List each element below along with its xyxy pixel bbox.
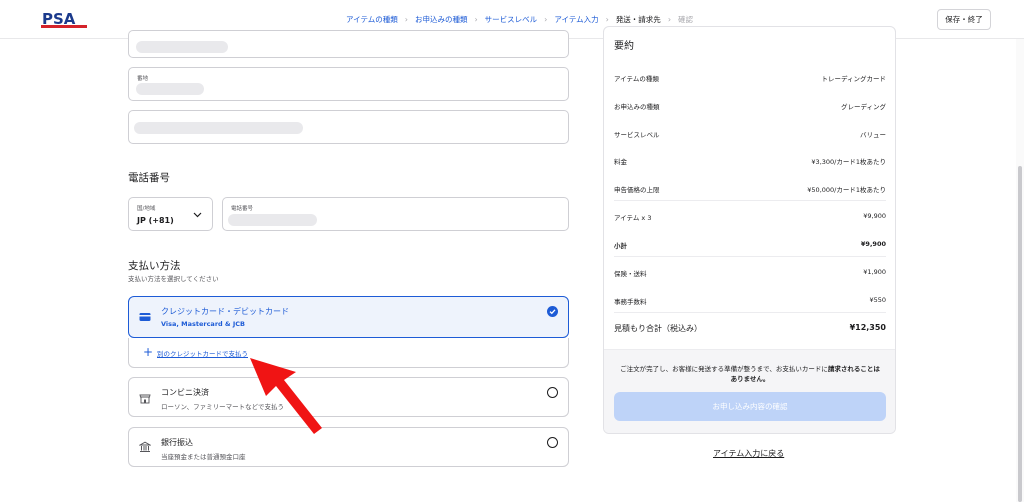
summary-row-total: 見積もり合計（税込み） ¥12,350 bbox=[614, 323, 886, 334]
summary-footer: ご注文が完了し、お客様に発送する準備が整うまで、お支払いカードに請求されることは… bbox=[604, 349, 895, 433]
phone-number-label: 電話番号 bbox=[231, 206, 254, 212]
address-field-top[interactable] bbox=[128, 30, 569, 58]
country-select-label: 国/地域 bbox=[137, 206, 156, 212]
field-value-placeholder bbox=[228, 214, 317, 226]
summary-row: 申告価格の上限 ¥50,000/カード1枚あたり bbox=[614, 184, 886, 194]
chevron-right-icon: › bbox=[667, 15, 672, 24]
summary-row-label: 保険・送料 bbox=[614, 270, 647, 278]
order-summary-panel: 要約 アイテムの種類 トレーディングカード お申込みの種類 グレーディング サー… bbox=[603, 26, 896, 434]
chevron-right-icon: › bbox=[544, 15, 548, 24]
radio-button[interactable] bbox=[547, 387, 558, 398]
back-to-item-input-link[interactable]: アイテム入力に戻る bbox=[713, 448, 784, 459]
save-exit-button[interactable]: 保存・終了 bbox=[937, 9, 991, 30]
logo-text: PSA bbox=[42, 10, 76, 28]
breadcrumb-item-type[interactable]: アイテムの種類 bbox=[346, 14, 398, 25]
summary-row-value: ¥550 bbox=[869, 296, 886, 304]
chevron-down-icon bbox=[193, 212, 202, 218]
field-value-placeholder bbox=[136, 83, 204, 95]
credit-card-icon bbox=[139, 313, 151, 321]
payment-option-bank-transfer[interactable]: 銀行振込 当座預金または普通預金口座 bbox=[128, 427, 569, 467]
summary-title: 要約 bbox=[614, 41, 634, 52]
summary-row-value: トレーディングカード bbox=[821, 75, 886, 83]
summary-row-value: ¥50,000/カード1枚あたり bbox=[807, 186, 886, 194]
summary-row: アイテム x 3 ¥9,900 bbox=[614, 212, 886, 222]
country-select[interactable]: 国/地域 JP (+81) bbox=[128, 197, 213, 231]
summary-row: サービスレベル バリュー bbox=[614, 129, 886, 139]
summary-row: アイテムの種類 トレーディングカード bbox=[614, 73, 886, 83]
breadcrumb-item-shipping-billing: 発送・請求先 bbox=[615, 15, 661, 24]
summary-row: お申込みの種類 グレーディング bbox=[614, 101, 886, 111]
breadcrumb-item-item-input[interactable]: アイテム入力 bbox=[554, 14, 598, 25]
annotation-arrow-icon bbox=[250, 358, 322, 434]
breadcrumb-item-application[interactable]: お申込みの種類 bbox=[415, 14, 468, 25]
summary-row-value: ¥9,900 bbox=[860, 240, 886, 248]
summary-row-label: サービスレベル bbox=[614, 131, 660, 139]
field-value-placeholder bbox=[136, 41, 228, 53]
street-field[interactable]: 番地 bbox=[128, 67, 569, 101]
summary-row-value: ¥1,900 bbox=[863, 268, 886, 276]
chevron-right-icon: › bbox=[474, 15, 478, 24]
store-icon bbox=[139, 394, 151, 404]
summary-row: 料金 ¥3,300/カード1枚あたり bbox=[614, 156, 886, 166]
bank-icon bbox=[139, 441, 151, 452]
summary-row-value: グレーディング bbox=[840, 103, 886, 111]
add-another-card-link[interactable]: 別のクレジットカードで支払う bbox=[157, 348, 248, 358]
scrollbar-thumb[interactable] bbox=[1018, 166, 1022, 502]
payment-option-credit-card[interactable]: クレジットカード・デビットカード Visa, Mastercard & JCB bbox=[128, 296, 569, 338]
check-circle-icon bbox=[547, 306, 558, 317]
payment-option-title: コンビニ決済 bbox=[161, 388, 209, 397]
payment-option-convenience-store[interactable]: コンビニ決済 ローソン、ファミリーマートなどで支払う bbox=[128, 377, 569, 417]
divider bbox=[614, 312, 886, 313]
summary-row-label: アイテム x 3 bbox=[614, 214, 652, 222]
payment-option-title: 銀行振込 bbox=[161, 438, 193, 447]
summary-row-value: ¥3,300/カード1枚あたり bbox=[811, 158, 886, 166]
country-select-value: JP (+81) bbox=[137, 216, 174, 225]
address-line-field[interactable] bbox=[128, 110, 569, 144]
billing-note: ご注文が完了し、お客様に発送する準備が整うまで、お支払いカードに請求されることは… bbox=[618, 364, 882, 384]
payment-option-subtitle: Visa, Mastercard & JCB bbox=[161, 320, 246, 328]
divider bbox=[614, 200, 886, 201]
breadcrumb-item-confirm: 確認 bbox=[678, 15, 694, 24]
phone-number-input[interactable]: 電話番号 bbox=[222, 197, 569, 231]
summary-row-label: 小計 bbox=[614, 242, 627, 250]
payment-option-subtitle: 当座預金または普通預金口座 bbox=[161, 453, 246, 461]
summary-row: 保険・送料 ¥1,900 bbox=[614, 268, 886, 278]
summary-total-value: ¥12,350 bbox=[849, 323, 886, 332]
breadcrumb-item-service-level[interactable]: サービスレベル bbox=[485, 14, 538, 25]
summary-row-label: アイテムの種類 bbox=[614, 75, 659, 83]
summary-row-label: お申込みの種類 bbox=[614, 103, 660, 111]
summary-total-label: 見積もり合計（税込み） bbox=[614, 324, 702, 333]
breadcrumb: アイテムの種類 › お申込みの種類 › サービスレベル › アイテム入力 › 発… bbox=[346, 14, 693, 25]
payment-option-title: クレジットカード・デビットカード bbox=[161, 307, 289, 316]
confirm-application-button[interactable]: お申し込み内容の確認 bbox=[614, 392, 886, 421]
plus-icon: + bbox=[143, 345, 154, 359]
chevron-right-icon: › bbox=[605, 15, 609, 24]
billing-note-text: ご注文が完了し、お客様に発送する準備が整うまで、お支払いカードに bbox=[620, 365, 828, 373]
phone-section-title: 電話番号 bbox=[128, 172, 170, 184]
radio-button[interactable] bbox=[547, 437, 558, 448]
street-field-label: 番地 bbox=[137, 76, 149, 82]
payment-section-title: 支払い方法 bbox=[128, 260, 181, 272]
summary-row: 事務手数料 ¥550 bbox=[614, 296, 886, 306]
summary-row-value: ¥9,900 bbox=[863, 212, 886, 220]
add-another-card-row: + 別のクレジットカードで支払う bbox=[128, 338, 569, 368]
summary-row-subtotal: 小計 ¥9,900 bbox=[614, 240, 886, 250]
summary-row-label: 申告価格の上限 bbox=[614, 186, 660, 194]
summary-row-label: 事務手数料 bbox=[614, 298, 647, 306]
summary-row-label: 料金 bbox=[614, 158, 627, 166]
divider bbox=[614, 256, 886, 257]
field-value-placeholder bbox=[134, 122, 303, 134]
psa-logo[interactable]: PSA bbox=[41, 8, 87, 30]
summary-row-value: バリュー bbox=[860, 131, 886, 139]
payment-section-subtitle: 支払い方法を選択してください bbox=[128, 275, 219, 283]
chevron-right-icon: › bbox=[404, 15, 408, 24]
